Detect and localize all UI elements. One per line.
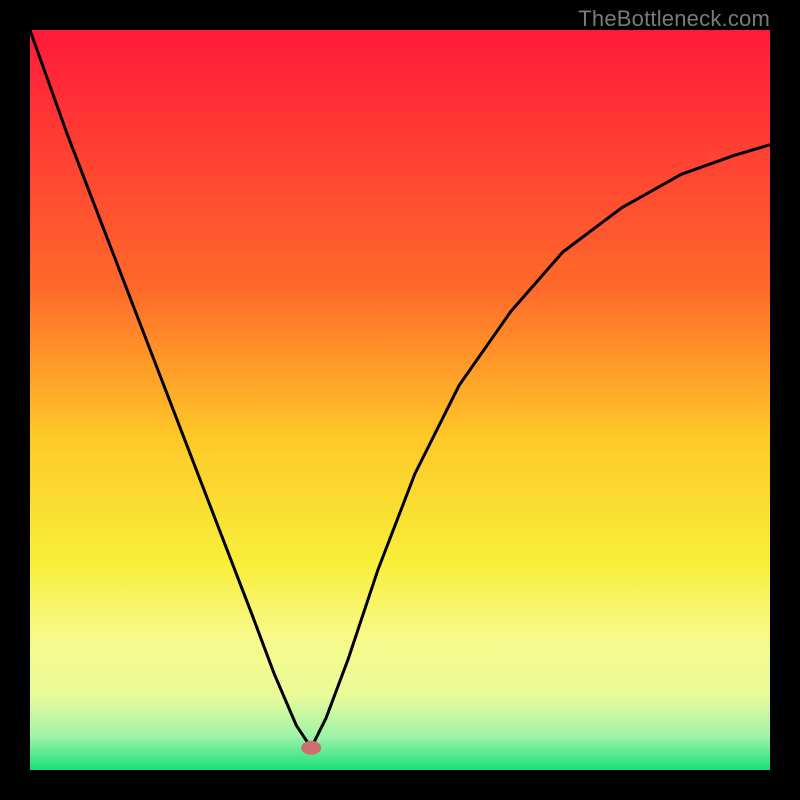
plot-area: [30, 30, 770, 770]
chart-frame: TheBottleneck.com: [0, 0, 800, 800]
optimum-marker: [301, 741, 321, 755]
watermark-text: TheBottleneck.com: [578, 6, 770, 32]
chart-svg: [30, 30, 770, 770]
gradient-background: [30, 30, 770, 770]
